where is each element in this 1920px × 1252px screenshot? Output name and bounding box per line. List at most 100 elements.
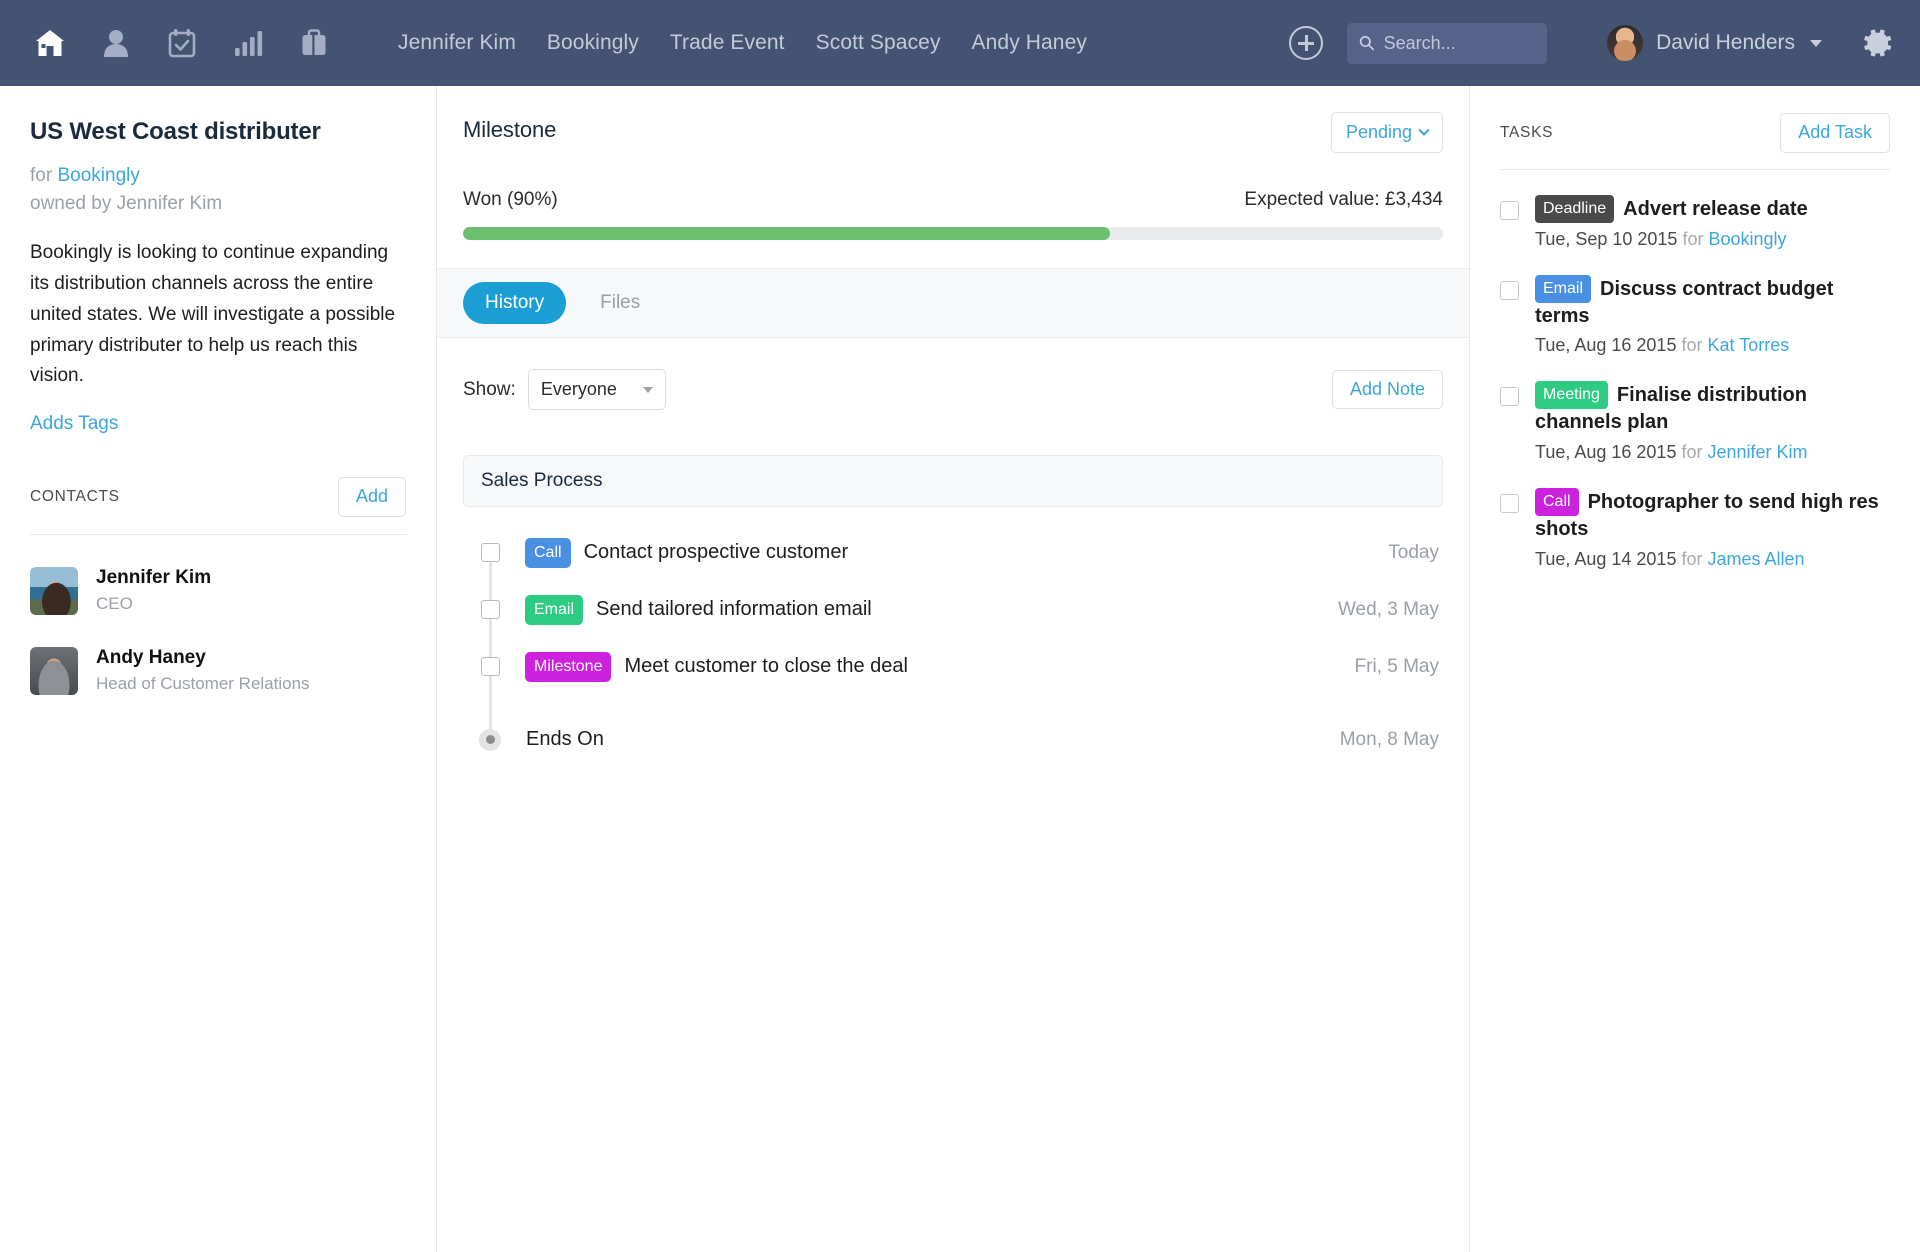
nav-link-trade-event[interactable]: Trade Event [670, 31, 785, 55]
briefcase-icon[interactable] [292, 21, 336, 65]
task-person-link[interactable]: Jennifer Kim [1708, 442, 1808, 462]
table-row[interactable]: Call Contact prospective customer Today [463, 529, 1443, 576]
calendar-check-icon[interactable] [160, 21, 204, 65]
avatar [30, 566, 78, 615]
user-name: David Henders [1656, 31, 1795, 54]
contacts-icon[interactable] [94, 21, 138, 65]
status-badge: Meeting [1535, 381, 1608, 410]
timeline-date: Mon, 8 May [1339, 728, 1439, 750]
gear-icon[interactable] [1862, 27, 1894, 59]
status-badge: Pending [1345, 122, 1412, 142]
for-label: for [1681, 335, 1703, 356]
show-filter-select[interactable]: Everyone [527, 369, 666, 410]
tab-files[interactable]: Files [578, 282, 662, 324]
task-meta: Tue, Sep 10 2015 for Bookingly [1535, 229, 1808, 250]
search-box[interactable] [1347, 22, 1548, 64]
plus-circle-icon[interactable] [1289, 26, 1324, 60]
task-person-link[interactable]: Kat Torres [1708, 335, 1790, 355]
timeline-text: Contact prospective customer [583, 541, 849, 563]
for-label: for [1682, 228, 1704, 249]
task-date: Tue, Aug 14 2015 [1535, 548, 1677, 569]
top-navigation-bar: Jennifer Kim Bookingly Trade Event Scott… [0, 0, 1920, 86]
task-date: Tue, Sep 10 2015 [1535, 228, 1678, 249]
contact-name: Jennifer Kim [96, 567, 212, 589]
timeline-date: Fri, 5 May [1354, 655, 1439, 677]
task-meta: Tue, Aug 14 2015 for James Allen [1535, 549, 1890, 570]
bar-chart-icon[interactable] [226, 21, 270, 65]
list-item[interactable]: Jennifer Kim CEO [30, 566, 406, 615]
nav-link-jennifer-kim[interactable]: Jennifer Kim [398, 31, 516, 55]
table-row[interactable]: Email Send tailored information email We… [463, 586, 1443, 633]
milestone-header: Milestone Pending Won (90%) Expected val… [437, 86, 1469, 240]
contact-role: CEO [96, 594, 133, 614]
nav-link-andy-haney[interactable]: Andy Haney [972, 31, 1087, 55]
tab-bar: History Files [437, 268, 1469, 338]
timeline-text: Meet customer to close the deal [624, 655, 908, 677]
sales-process-title: Sales Process [463, 455, 1443, 507]
app-root: Jennifer Kim Bookingly Trade Event Scott… [0, 0, 1920, 1252]
won-percent-label: Won (90%) [463, 189, 558, 210]
task-date: Tue, Aug 16 2015 [1535, 335, 1677, 356]
avatar [30, 646, 78, 695]
nav-link-bookingly[interactable]: Bookingly [547, 31, 639, 55]
sales-process-timeline: Call Contact prospective customer Today … [463, 529, 1443, 763]
timeline-checkbox[interactable] [481, 543, 500, 562]
add-tags-link[interactable]: Adds Tags [30, 413, 118, 435]
deal-description: Bookingly is looking to continue expandi… [30, 242, 396, 387]
contacts-label: CONTACTS [30, 487, 120, 505]
deal-main-panel: Milestone Pending Won (90%) Expected val… [437, 86, 1470, 1252]
task-person-link[interactable]: James Allen [1708, 549, 1805, 569]
home-icon[interactable] [28, 21, 72, 65]
task-checkbox[interactable] [1500, 387, 1519, 407]
timeline-checkbox[interactable] [481, 600, 500, 619]
task-checkbox[interactable] [1500, 200, 1519, 220]
status-badge: Email [1535, 274, 1592, 303]
company-link[interactable]: Bookingly [57, 165, 139, 186]
tasks-label: TASKS [1500, 123, 1554, 141]
list-item[interactable]: Andy Haney Head of Customer Relations [30, 646, 406, 695]
nav-icon-group [0, 21, 336, 65]
status-dropdown-button[interactable]: Pending [1330, 112, 1443, 153]
timeline-checkbox[interactable] [481, 657, 500, 676]
chevron-down-icon [1810, 39, 1822, 47]
add-contact-button[interactable]: Add [337, 477, 406, 517]
task-title: Photographer to send high res shots [1535, 491, 1879, 541]
timeline-text: Send tailored information email [596, 598, 872, 620]
timeline-badge: Email [525, 594, 584, 625]
chevron-down-icon [1418, 124, 1430, 136]
add-task-button[interactable]: Add Task [1780, 113, 1890, 153]
expected-value-label: Expected value: £3,434 [1244, 189, 1443, 210]
task-checkbox[interactable] [1500, 280, 1519, 300]
for-label: for [1681, 442, 1703, 463]
contact-name: Andy Haney [96, 647, 206, 669]
deal-owner-line: owned by Jennifer Kim [30, 192, 223, 214]
status-badge: Deadline [1535, 194, 1615, 223]
timeline-end-dot [479, 728, 501, 751]
page-title: US West Coast distributer [30, 118, 321, 145]
table-row: Ends On Mon, 8 May [463, 716, 1443, 763]
nav-link-scott-spacey[interactable]: Scott Spacey [816, 31, 941, 55]
tab-history[interactable]: History [463, 282, 567, 324]
user-menu[interactable]: David Henders [1607, 25, 1822, 61]
table-row[interactable]: Milestone Meet customer to close the dea… [463, 643, 1443, 690]
progress-bar [463, 227, 1443, 240]
timeline-badge: Milestone [525, 651, 612, 682]
timeline-text: Ends On [526, 728, 604, 750]
list-item[interactable]: Email Discuss contract budget terms Tue, … [1500, 274, 1890, 357]
progress-labels: Won (90%) Expected value: £3,434 [463, 189, 1443, 211]
contact-role: Head of Customer Relations [96, 674, 310, 694]
search-input[interactable] [1383, 32, 1536, 54]
list-item[interactable]: Meeting Finalise distribution channels pl… [1500, 381, 1890, 463]
for-label: for [1681, 548, 1703, 569]
show-filter-value: Everyone [540, 379, 617, 399]
search-icon [1359, 36, 1375, 51]
task-checkbox[interactable] [1500, 494, 1519, 514]
main-layout: US West Coast distributer for Bookingly … [0, 86, 1920, 1252]
show-label: Show: [463, 378, 516, 400]
add-note-button[interactable]: Add Note [1331, 369, 1443, 410]
list-item[interactable]: Call Photographer to send high res shots … [1500, 488, 1890, 570]
list-item[interactable]: Deadline Advert release date Tue, Sep 10 … [1500, 194, 1890, 250]
history-filter-row: Show: Everyone Add Note [437, 338, 1469, 410]
task-person-link[interactable]: Bookingly [1709, 229, 1787, 249]
task-date: Tue, Aug 16 2015 [1535, 442, 1677, 463]
